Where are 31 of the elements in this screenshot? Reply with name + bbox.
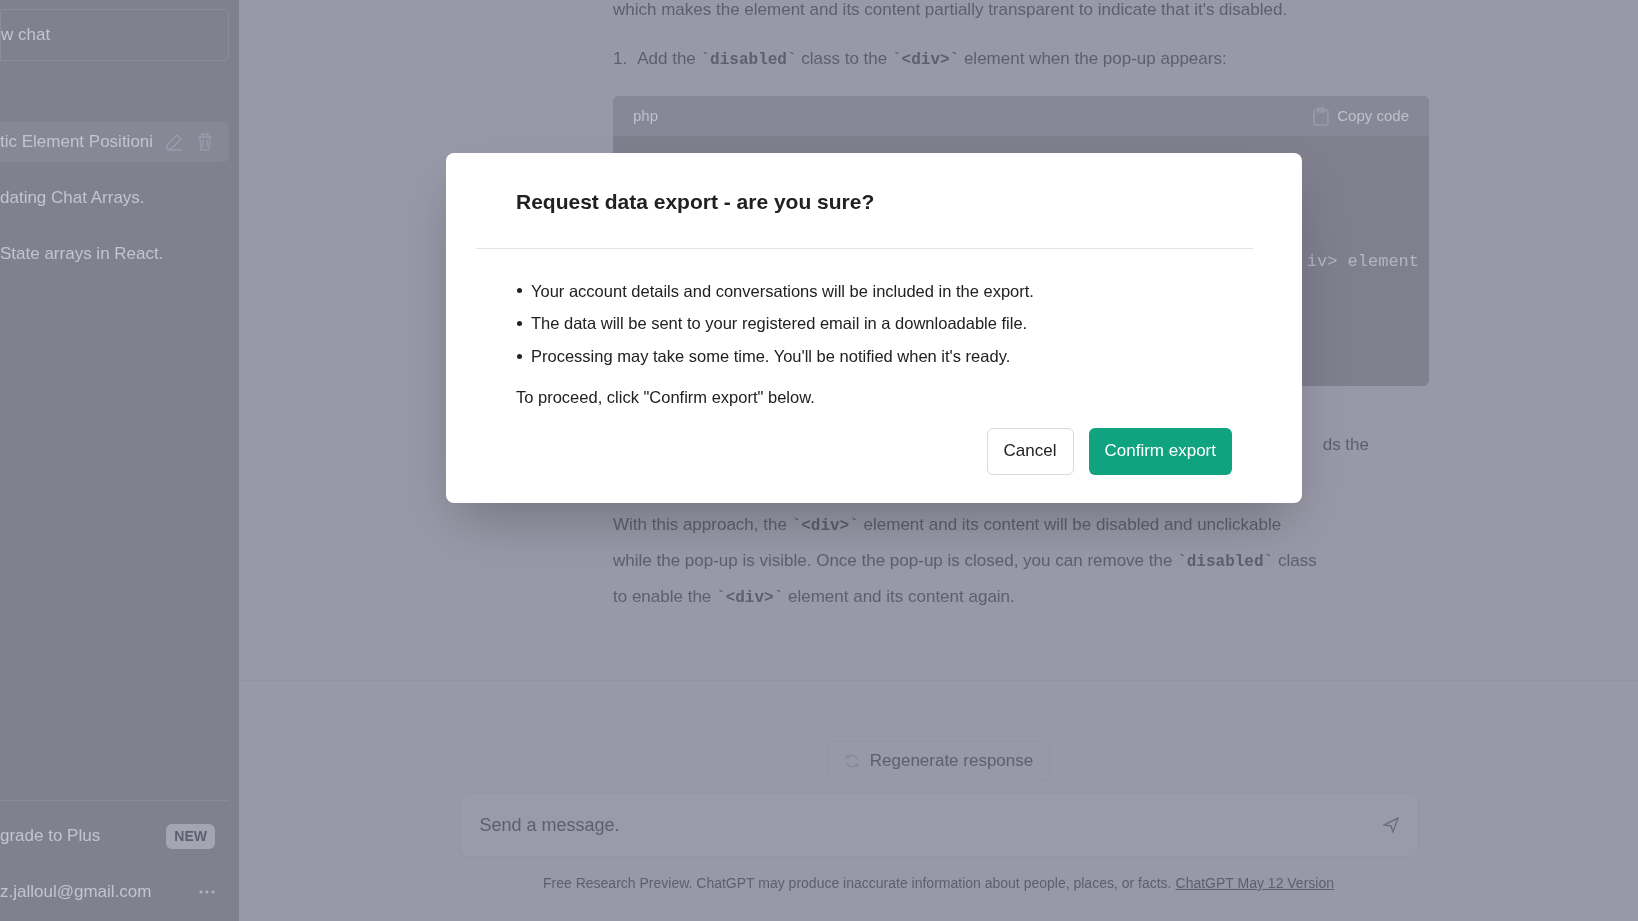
bullet-icon: [517, 321, 522, 327]
step-number: 1.: [613, 48, 628, 70]
bullet-text: The data will be sent to your registered email in a downloadable file.: [531, 313, 1028, 335]
confirm-button[interactable]: Confirm export: [1088, 427, 1232, 475]
conversation-item[interactable]: State arrays in React.: [0, 234, 229, 274]
conversation-item[interactable]: tic Element Positioni: [0, 122, 229, 162]
step-text: Add the `disabled` class to the `<div>` element when the pop-up appears:: [637, 48, 1227, 71]
code-language: php: [633, 105, 659, 126]
dialog-note: To proceed, click "Confirm export" below.: [515, 386, 816, 408]
paragraph-line: while the pop-up is visible. Once the pop-up is closed, you can remove the `disabled` class: [613, 549, 1318, 573]
bullet-icon: [517, 288, 522, 294]
conversation-item[interactable]: dating Chat Arrays.: [0, 178, 229, 218]
regenerate-button[interactable]: Regenerate response: [826, 741, 1051, 781]
copy-code-button[interactable]: Copy code: [1313, 104, 1409, 128]
more-icon[interactable]: [199, 890, 215, 894]
footer-text: Free Research Preview. ChatGPT may produce inaccurate information about people, places, or facts.: [543, 874, 1172, 893]
new-badge: NEW: [166, 823, 215, 849]
bullet-text: Your account details and conversations will be included in the export.: [531, 280, 1034, 302]
upgrade-link[interactable]: grade to Plus: [0, 823, 101, 849]
paragraph-text: which makes the element and its content partially transparent to indicate that it's disabled.: [613, 0, 1289, 20]
version-link[interactable]: ChatGPT May 12 Version: [1175, 873, 1334, 894]
bullet-icon: [517, 353, 522, 359]
dialog-title: Request data export - are you sure?: [516, 189, 876, 215]
message-input[interactable]: Send a message.: [458, 793, 1419, 857]
bullet-text: Processing may take some time. You'll be notified when it's ready.: [531, 346, 1011, 367]
paragraph-line: to enable the `<div>` element and its content again.: [613, 585, 1016, 609]
account-email[interactable]: z.jalloul@gmail.com: [0, 879, 152, 905]
send-icon[interactable]: [1382, 817, 1399, 833]
paragraph-text: ds the: [1322, 434, 1369, 456]
cancel-button[interactable]: Cancel: [986, 427, 1074, 475]
new-chat-button[interactable]: w chat: [0, 9, 229, 61]
